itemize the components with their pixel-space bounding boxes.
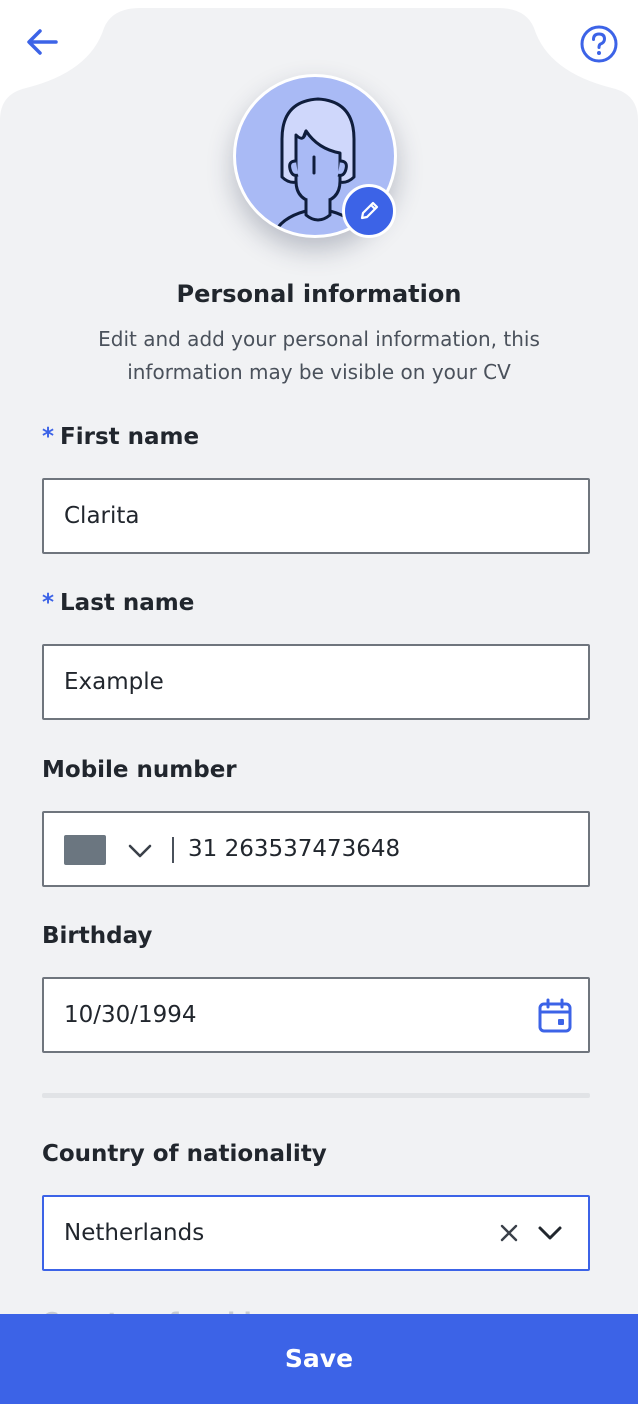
calendar-icon[interactable] bbox=[536, 997, 574, 1035]
nationality-select[interactable]: Netherlands bbox=[42, 1195, 590, 1271]
required-mark: * bbox=[42, 424, 55, 450]
country-flag[interactable] bbox=[64, 835, 106, 865]
first-name-label: * First name bbox=[42, 424, 199, 450]
section-divider bbox=[42, 1093, 590, 1098]
birthday-label: Birthday bbox=[42, 923, 153, 949]
avatar-container bbox=[233, 74, 399, 240]
mobile-number-input[interactable] bbox=[188, 813, 568, 885]
page-subtitle: Edit and add your personal information, … bbox=[98, 327, 540, 384]
first-name-label-text: First name bbox=[60, 424, 200, 450]
last-name-label-text: Last name bbox=[60, 590, 195, 616]
mobile-number-label: Mobile number bbox=[42, 757, 237, 783]
nationality-value: Netherlands bbox=[64, 1220, 205, 1246]
birthday-input[interactable] bbox=[64, 979, 504, 1051]
arrow-left-icon bbox=[27, 29, 58, 55]
first-name-input[interactable] bbox=[64, 480, 504, 552]
birthday-field[interactable] bbox=[42, 977, 590, 1053]
close-icon[interactable] bbox=[496, 1220, 522, 1246]
nationality-label: Country of nationality bbox=[42, 1141, 327, 1167]
save-button[interactable]: Save bbox=[0, 1314, 638, 1404]
required-mark: * bbox=[42, 590, 55, 616]
mobile-number-field bbox=[42, 811, 590, 887]
page-title: Personal information bbox=[176, 280, 462, 308]
last-name-label: * Last name bbox=[42, 590, 194, 616]
pencil-icon bbox=[360, 201, 379, 220]
help-button[interactable] bbox=[576, 22, 622, 66]
last-name-input[interactable] bbox=[64, 646, 504, 718]
first-name-field[interactable] bbox=[42, 478, 590, 554]
edit-avatar-button[interactable] bbox=[342, 184, 396, 238]
personal-information-screen: Personal information Edit and add your p… bbox=[0, 0, 638, 1404]
chevron-down-icon[interactable] bbox=[534, 1217, 566, 1249]
chevron-down-icon[interactable] bbox=[126, 837, 154, 865]
last-name-field[interactable] bbox=[42, 644, 590, 720]
back-button[interactable] bbox=[20, 22, 64, 62]
phone-divider bbox=[172, 837, 174, 863]
question-circle-icon bbox=[580, 25, 618, 63]
